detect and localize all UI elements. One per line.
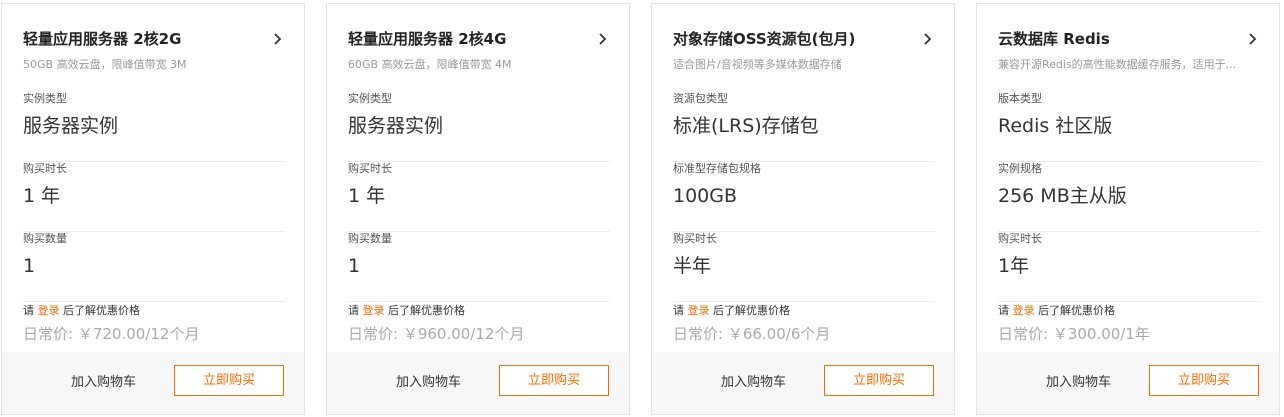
field-value: 标准(LRS)存储包 (673, 115, 819, 137)
field-label: 购买时长 (348, 162, 392, 175)
card-header: 轻量应用服务器 2核4G 60GB 高效云盘，限峰值带宽 4M (348, 29, 609, 72)
chevron-right-icon[interactable] (1245, 32, 1259, 46)
login-prompt: 请 登录 后了解优惠价格 (348, 304, 465, 318)
field-label: 标准型存储包规格 (673, 162, 761, 175)
add-to-cart-button[interactable]: 加入购物车 (396, 374, 461, 392)
login-prompt: 请 登录 后了解优惠价格 (673, 304, 790, 318)
field-label: 实例类型 (23, 92, 67, 105)
login-prefix: 请 (348, 304, 359, 317)
card-title[interactable]: 对象存储OSS资源包(包月) (673, 29, 934, 49)
field-value: 1年 (998, 255, 1030, 277)
product-card-redis: 云数据库 Redis 兼容开源Redis的高性能数据缓存服务，适用于... 版本… (976, 3, 1280, 415)
field-label: 购买数量 (348, 232, 392, 245)
field-value: 256 MB主从版 (998, 185, 1127, 207)
card-footer: 加入购物车 立即购买 (977, 352, 1279, 414)
field-value: 半年 (673, 255, 712, 277)
regular-price: 日常价: ￥720.00/12个月 (23, 325, 200, 343)
buy-now-button[interactable]: 立即购买 (499, 365, 609, 396)
card-subtitle: 适合图片/音视频等多媒体数据存储 (673, 58, 842, 71)
login-prefix: 请 (673, 304, 684, 317)
field-duration: 购买时长 1 年 (23, 162, 285, 232)
login-link[interactable]: 登录 (1013, 304, 1035, 317)
product-card-lighthouse-2c2g: 轻量应用服务器 2核2G 50GB 高效云盘，限峰值带宽 3M 实例类型 服务器… (1, 3, 305, 415)
field-label: 实例规格 (998, 162, 1042, 175)
login-prefix: 请 (998, 304, 1009, 317)
card-subtitle: 60GB 高效云盘，限峰值带宽 4M (348, 58, 512, 71)
buy-now-button[interactable]: 立即购买 (1149, 365, 1259, 396)
field-version-type: 版本类型 Redis 社区版 (998, 92, 1260, 162)
field-label: 实例类型 (348, 92, 392, 105)
card-subtitle: 兼容开源Redis的高性能数据缓存服务，适用于... (998, 58, 1237, 71)
card-footer: 加入购物车 立即购买 (652, 352, 954, 414)
field-duration: 购买时长 1年 (998, 232, 1260, 302)
field-label: 购买数量 (23, 232, 67, 245)
field-package-type: 资源包类型 标准(LRS)存储包 (673, 92, 935, 162)
product-card-lighthouse-2c4g: 轻量应用服务器 2核4G 60GB 高效云盘，限峰值带宽 4M 实例类型 服务器… (326, 3, 630, 415)
field-package-spec: 标准型存储包规格 100GB (673, 162, 935, 232)
field-value: 100GB (673, 185, 738, 207)
login-prompt: 请 登录 后了解优惠价格 (998, 304, 1115, 318)
field-duration: 购买时长 半年 (673, 232, 935, 302)
card-title[interactable]: 轻量应用服务器 2核2G (23, 29, 284, 49)
field-quantity: 购买数量 1 (23, 232, 285, 302)
card-header: 云数据库 Redis 兼容开源Redis的高性能数据缓存服务，适用于... (998, 29, 1259, 72)
card-footer: 加入购物车 立即购买 (2, 352, 304, 414)
login-link[interactable]: 登录 (688, 304, 710, 317)
login-suffix: 后了解优惠价格 (1038, 304, 1115, 317)
product-card-list: 轻量应用服务器 2核2G 50GB 高效云盘，限峰值带宽 3M 实例类型 服务器… (0, 0, 1284, 417)
field-instance-spec: 实例规格 256 MB主从版 (998, 162, 1260, 232)
field-label: 资源包类型 (673, 92, 728, 105)
add-to-cart-button[interactable]: 加入购物车 (1046, 374, 1111, 392)
add-to-cart-button[interactable]: 加入购物车 (71, 374, 136, 392)
login-prompt: 请 登录 后了解优惠价格 (23, 304, 140, 318)
regular-price: 日常价: ￥300.00/1年 (998, 325, 1150, 343)
login-prefix: 请 (23, 304, 34, 317)
field-label: 购买时长 (23, 162, 67, 175)
field-value: 1 年 (348, 185, 386, 207)
chevron-right-icon[interactable] (595, 32, 609, 46)
buy-now-button[interactable]: 立即购买 (824, 365, 934, 396)
card-footer: 加入购物车 立即购买 (327, 352, 629, 414)
login-suffix: 后了解优惠价格 (388, 304, 465, 317)
login-suffix: 后了解优惠价格 (713, 304, 790, 317)
card-header: 轻量应用服务器 2核2G 50GB 高效云盘，限峰值带宽 3M (23, 29, 284, 72)
field-value: 服务器实例 (348, 115, 444, 137)
field-value: Redis 社区版 (998, 115, 1113, 137)
field-instance-type: 实例类型 服务器实例 (23, 92, 285, 162)
add-to-cart-button[interactable]: 加入购物车 (721, 374, 786, 392)
regular-price: 日常价: ￥960.00/12个月 (348, 325, 525, 343)
chevron-right-icon[interactable] (920, 32, 934, 46)
field-label: 购买时长 (998, 232, 1042, 245)
card-title[interactable]: 云数据库 Redis (998, 29, 1259, 49)
field-value: 1 (348, 255, 361, 277)
card-header: 对象存储OSS资源包(包月) 适合图片/音视频等多媒体数据存储 (673, 29, 934, 72)
field-value: 1 (23, 255, 36, 277)
field-instance-type: 实例类型 服务器实例 (348, 92, 610, 162)
login-link[interactable]: 登录 (363, 304, 385, 317)
chevron-right-icon[interactable] (270, 32, 284, 46)
field-value: 1 年 (23, 185, 61, 207)
buy-now-button[interactable]: 立即购买 (174, 365, 284, 396)
card-subtitle: 50GB 高效云盘，限峰值带宽 3M (23, 58, 187, 71)
field-label: 版本类型 (998, 92, 1042, 105)
login-suffix: 后了解优惠价格 (63, 304, 140, 317)
field-duration: 购买时长 1 年 (348, 162, 610, 232)
login-link[interactable]: 登录 (38, 304, 60, 317)
field-value: 服务器实例 (23, 115, 119, 137)
field-label: 购买时长 (673, 232, 717, 245)
regular-price: 日常价: ￥66.00/6个月 (673, 325, 831, 343)
product-card-oss-package: 对象存储OSS资源包(包月) 适合图片/音视频等多媒体数据存储 资源包类型 标准… (651, 3, 955, 415)
field-quantity: 购买数量 1 (348, 232, 610, 302)
card-title[interactable]: 轻量应用服务器 2核4G (348, 29, 609, 49)
